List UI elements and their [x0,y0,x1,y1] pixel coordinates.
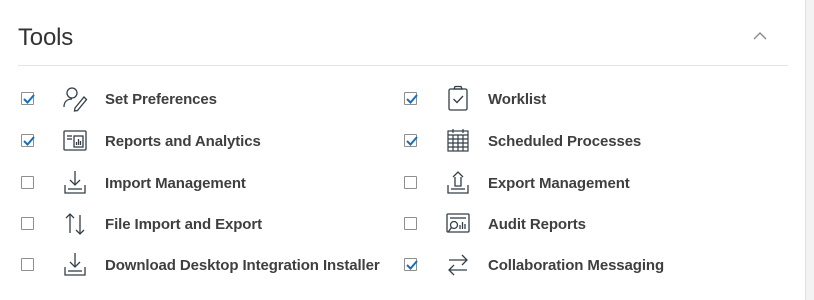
checkbox-worklist[interactable] [404,92,418,105]
checkmark-icon [23,136,35,146]
tool-label: Set Preferences [105,91,217,108]
clipboard-check-icon [444,85,472,113]
tool-label: Reports and Analytics [105,133,261,150]
checkbox-import-management[interactable] [21,176,34,189]
report-chart-icon [61,127,89,155]
tool-label: Export Management [488,175,630,192]
tool-item-export-management[interactable]: Export Management [404,169,784,199]
tool-item-collaboration-messaging[interactable]: Collaboration Messaging [404,251,784,281]
tool-label: Download Desktop Integration Installer [105,257,380,274]
checkmark-icon [406,94,418,104]
checkbox-audit-reports[interactable] [404,217,417,230]
chevron-up-icon [753,32,767,40]
tool-item-scheduled-processes[interactable]: Scheduled Processes [404,127,784,157]
tool-label: Collaboration Messaging [488,257,665,274]
download-tray-icon [61,169,89,197]
checkbox-collaboration-messaging[interactable] [404,258,418,271]
checkbox-export-management[interactable] [404,176,417,189]
person-pencil-icon [61,85,89,113]
tool-item-set-preferences[interactable]: Set Preferences [21,85,401,115]
tool-label: Scheduled Processes [488,133,642,150]
checkbox-file-import-export[interactable] [21,217,34,230]
tool-item-reports-analytics[interactable]: Reports and Analytics [21,127,401,157]
upload-tray-icon [444,169,472,197]
checkbox-set-preferences[interactable] [21,92,35,105]
up-down-arrows-icon [61,210,89,238]
exchange-arrows-icon [444,251,472,279]
tool-item-file-import-export[interactable]: File Import and Export [21,210,401,240]
tool-item-audit-reports[interactable]: Audit Reports [404,210,784,240]
tool-item-import-management[interactable]: Import Management [21,169,401,199]
tool-label: Worklist [488,91,547,108]
calendar-grid-icon [444,127,472,155]
tools-panel: Tools Set Preferences Reports and Analyt… [0,0,806,300]
checkbox-download-desktop-integration[interactable] [21,258,34,271]
checkmark-icon [23,94,35,104]
checkbox-scheduled-processes[interactable] [404,134,418,147]
checkmark-icon [406,260,418,270]
panel-title: Tools [18,24,74,51]
tool-label: Import Management [105,175,246,192]
checkbox-reports-analytics[interactable] [21,134,35,147]
panel-header: Tools [18,20,788,66]
checkmark-icon [406,136,418,146]
audit-report-icon [444,210,472,238]
tool-item-download-desktop-integration[interactable]: Download Desktop Integration Installer [21,251,401,281]
collapse-button[interactable] [746,22,774,50]
tool-label: File Import and Export [105,216,262,233]
tool-item-worklist[interactable]: Worklist [404,85,784,115]
download-tray-icon [61,251,89,279]
tool-label: Audit Reports [488,216,586,233]
